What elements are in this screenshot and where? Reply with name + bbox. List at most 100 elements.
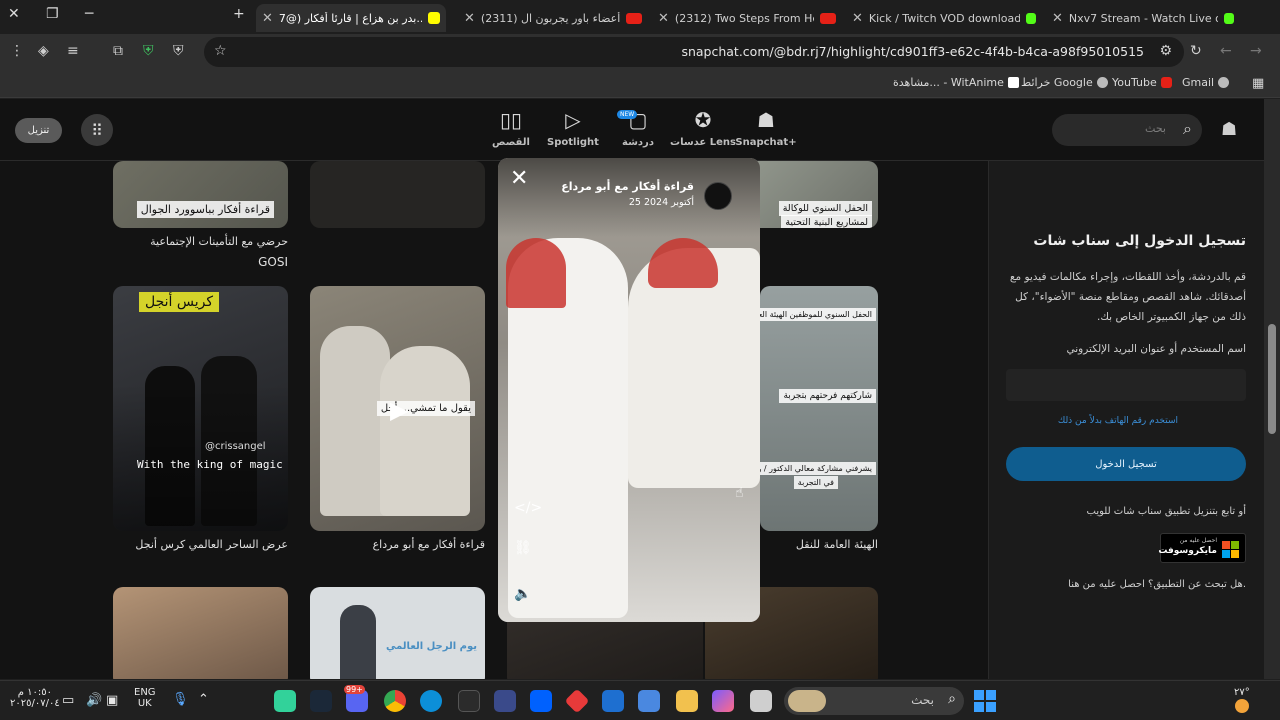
app-icon[interactable]: [750, 690, 772, 712]
card-caption[interactable]: قراءة أفكار مع أبو مرداع: [373, 538, 485, 551]
app-icon[interactable]: [274, 690, 296, 712]
tab-vod-downloader[interactable]: ✕ Kick / Twitch VOD downloader: [846, 4, 1042, 32]
file-explorer-icon[interactable]: [676, 690, 698, 712]
close-tab-icon[interactable]: ✕: [1052, 11, 1063, 26]
shield-green-icon[interactable]: ⛨: [143, 43, 154, 59]
more-menu-icon[interactable]: ⋮: [10, 43, 24, 59]
forward-arrow-icon[interactable]: →: [1250, 43, 1262, 59]
dropbox-icon[interactable]: [530, 690, 552, 712]
close-tab-icon[interactable]: ✕: [852, 11, 863, 26]
tab-snapchat[interactable]: ✕ بدر بن هزاع | قارئا أفكار (@7...: [256, 4, 446, 32]
close-window-icon[interactable]: ✕: [8, 6, 20, 22]
download-button[interactable]: تنزيل: [15, 118, 62, 143]
start-button[interactable]: [974, 690, 996, 712]
epic-games-icon[interactable]: [458, 690, 480, 712]
new-badge: NEW: [617, 110, 638, 119]
nav-spotlight[interactable]: ▷ Spotlight: [538, 107, 608, 148]
clock[interactable]: ١٠:٥٠ م ٢٠٢٥/٠٧/٠٤: [10, 687, 60, 709]
nav-stories[interactable]: ▯▯ القصص: [476, 107, 546, 148]
chrome-icon[interactable]: [384, 690, 406, 712]
site-settings-icon[interactable]: ⚙: [1159, 43, 1172, 59]
apps-grid-icon[interactable]: ⠿: [81, 114, 113, 146]
search-input[interactable]: بحث ⌕: [1052, 114, 1202, 146]
shield-icon[interactable]: ⛨: [173, 43, 184, 59]
copilot-icon[interactable]: [712, 690, 734, 712]
story-card[interactable]: قراءة أفكار بباسوورد الجوال: [113, 161, 288, 228]
mail-icon[interactable]: [602, 690, 624, 712]
tab-kick[interactable]: ✕ Nxv7 Stream - Watch Live on Ki...: [1046, 4, 1240, 32]
username-label: اسم المستخدم أو عنوان البريد الإلكتروني: [1066, 343, 1247, 355]
weather-widget[interactable]: ٢٧°: [1234, 687, 1250, 714]
all-bookmarks-icon[interactable]: ▦: [1252, 76, 1264, 91]
taskbar-search[interactable]: بحث ⌕: [784, 687, 964, 715]
back-arrow-icon[interactable]: ←: [1220, 43, 1232, 59]
tab-title: Nxv7 Stream - Watch Live on Ki...: [1068, 11, 1218, 25]
reload-icon[interactable]: ↻: [1190, 43, 1202, 59]
bookmark-witanime[interactable]: مشاهدة... - WitAnime: [893, 76, 1019, 89]
close-tab-icon[interactable]: ✕: [658, 11, 669, 26]
playlist-icon[interactable]: ≡: [67, 43, 79, 59]
steam-icon[interactable]: [310, 690, 332, 712]
embed-code-icon[interactable]: </>: [514, 500, 542, 516]
bookmark-youtube[interactable]: YouTube: [1112, 76, 1172, 89]
login-heading: تسجيل الدخول إلى سناب شات: [1033, 233, 1246, 249]
card-caption[interactable]: حرضي مع التأمينات الإجتماعية: [150, 235, 288, 248]
close-tab-icon[interactable]: ✕: [262, 11, 273, 26]
scrollbar-thumb[interactable]: [1268, 324, 1276, 434]
microsoft-store-badge[interactable]: احصل عليه من مايكروسوفت: [1158, 533, 1246, 563]
use-phone-link[interactable]: استخدم رقم الهاتف بدلاً من ذلك: [1058, 416, 1178, 426]
story-card[interactable]: يوم الرجل العالمي: [310, 587, 485, 679]
network-icon[interactable]: ▣: [106, 693, 118, 708]
chevron-up-icon[interactable]: ⌃: [198, 692, 209, 707]
person-silhouette: [340, 605, 376, 679]
address-bar[interactable]: ☆ snapchat.com/@bdr.rj7/highlight/cd901f…: [204, 37, 1184, 67]
story-card[interactable]: [310, 161, 485, 228]
card-caption[interactable]: GOSI: [258, 255, 288, 269]
restore-window-icon[interactable]: ❐: [46, 6, 59, 22]
minimize-window-icon[interactable]: ─: [85, 6, 93, 22]
bookmark-gmail[interactable]: Gmail: [1182, 76, 1230, 89]
new-tab-button[interactable]: +: [233, 6, 245, 22]
close-icon[interactable]: ✕: [510, 166, 528, 191]
get-app-link[interactable]: هل تبحث عن التطبيق؟ احصل عليه من هنا.: [1068, 579, 1246, 590]
close-tab-icon[interactable]: ✕: [464, 11, 475, 26]
username-input[interactable]: [1006, 369, 1246, 401]
speaker-icon[interactable]: 🔊: [86, 693, 102, 708]
person-silhouette: [380, 346, 470, 516]
page-scrollbar[interactable]: [1264, 99, 1280, 679]
microphone-icon[interactable]: 🎙: [172, 692, 189, 707]
download-app-text: أو تابع بتنزيل تطبيق سناب شات للويب: [1086, 506, 1247, 517]
language-indicator[interactable]: ENG UK: [134, 687, 156, 709]
story-card[interactable]: كريس أنجل @crissangel With the king of m…: [113, 286, 288, 531]
ghost-plus-icon: ☗: [757, 108, 775, 132]
tab-youtube-1[interactable]: ✕ (2311) خليت أعضاء باور يجربون ال...: [458, 4, 648, 32]
nav-snapchat-plus[interactable]: ☗ Snapchat+: [731, 107, 801, 148]
snapchat-ghost-icon[interactable]: ☗: [1221, 119, 1237, 140]
extension-icon[interactable]: ◈: [38, 43, 49, 59]
card-overlay-text: كريس أنجل: [139, 292, 220, 312]
nav-lens[interactable]: ✪ عدسات Lens: [668, 107, 738, 148]
card-overlay-text: الحفل السنوي للوكالة: [778, 201, 872, 216]
mouse-cursor-icon: ☝: [735, 485, 744, 501]
extensions-puzzle-icon[interactable]: ⧉: [113, 43, 123, 59]
battery-icon[interactable]: ▭: [62, 693, 74, 708]
card-caption[interactable]: عرض الساحر العالمي كرس أنجل: [135, 538, 288, 551]
story-card[interactable]: يقول ما تمشي... أجل ▶: [310, 286, 485, 531]
bookmark-star-icon[interactable]: ☆: [214, 43, 227, 59]
edge-icon[interactable]: [420, 690, 442, 712]
nav-chat[interactable]: ▢ دردشة: [603, 107, 673, 148]
story-card[interactable]: الحفل السنوي للموظفين الهيئة العامة شارك…: [760, 286, 878, 531]
search-icon: ⌕: [948, 691, 956, 707]
login-button[interactable]: تسجيل الدخول: [1006, 447, 1246, 481]
play-icon[interactable]: ▶: [390, 396, 408, 424]
card-caption[interactable]: الهيئة العامة للنقل: [796, 538, 878, 551]
link-icon[interactable]: ⛓: [514, 540, 532, 556]
volume-icon[interactable]: 🔈: [514, 586, 531, 602]
bookmark-google-maps[interactable]: خرائط Google: [1021, 76, 1108, 89]
story-card[interactable]: [113, 587, 288, 679]
avatar[interactable]: [704, 182, 732, 210]
app-icon[interactable]: [564, 688, 590, 714]
store-icon[interactable]: [638, 690, 660, 712]
tab-youtube-2[interactable]: ✕ (2312) Two Steps From Hell - S...: [652, 4, 842, 32]
app-icon[interactable]: [494, 690, 516, 712]
